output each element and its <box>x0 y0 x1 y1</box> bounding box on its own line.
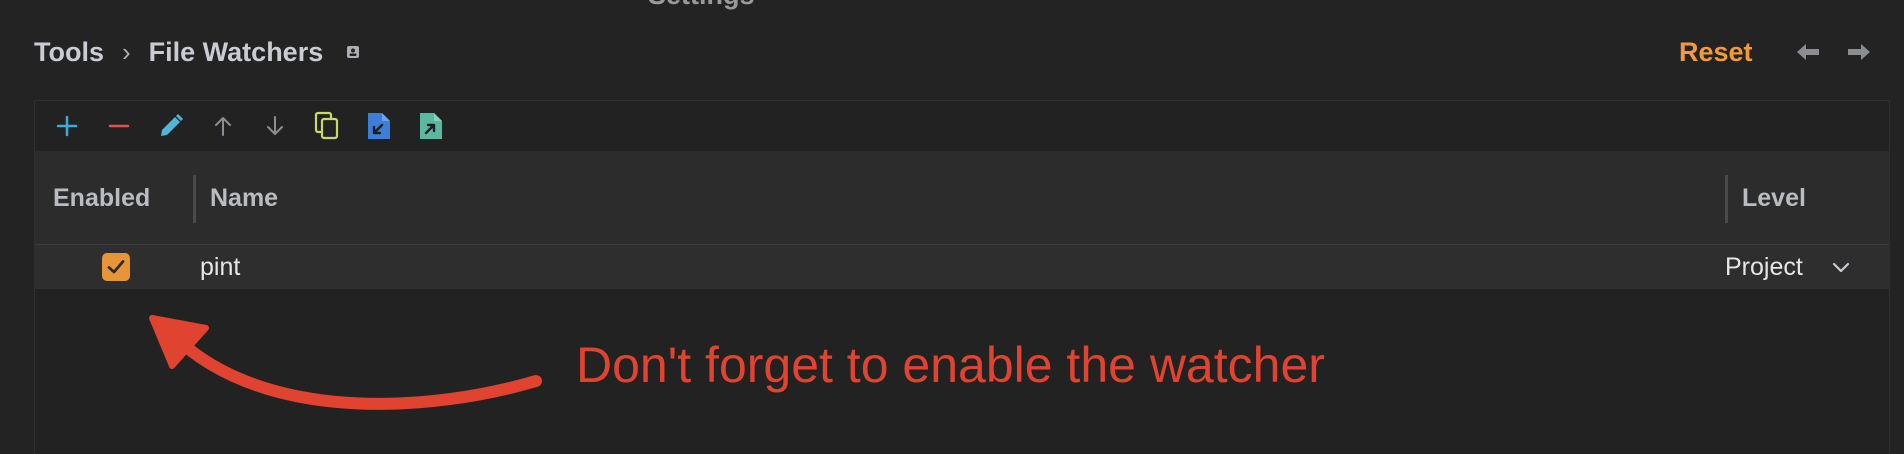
settings-window: Settings Tools › File Watchers Reset <box>0 0 1904 454</box>
annotation-text: Don't forget to enable the watcher <box>576 337 1325 393</box>
